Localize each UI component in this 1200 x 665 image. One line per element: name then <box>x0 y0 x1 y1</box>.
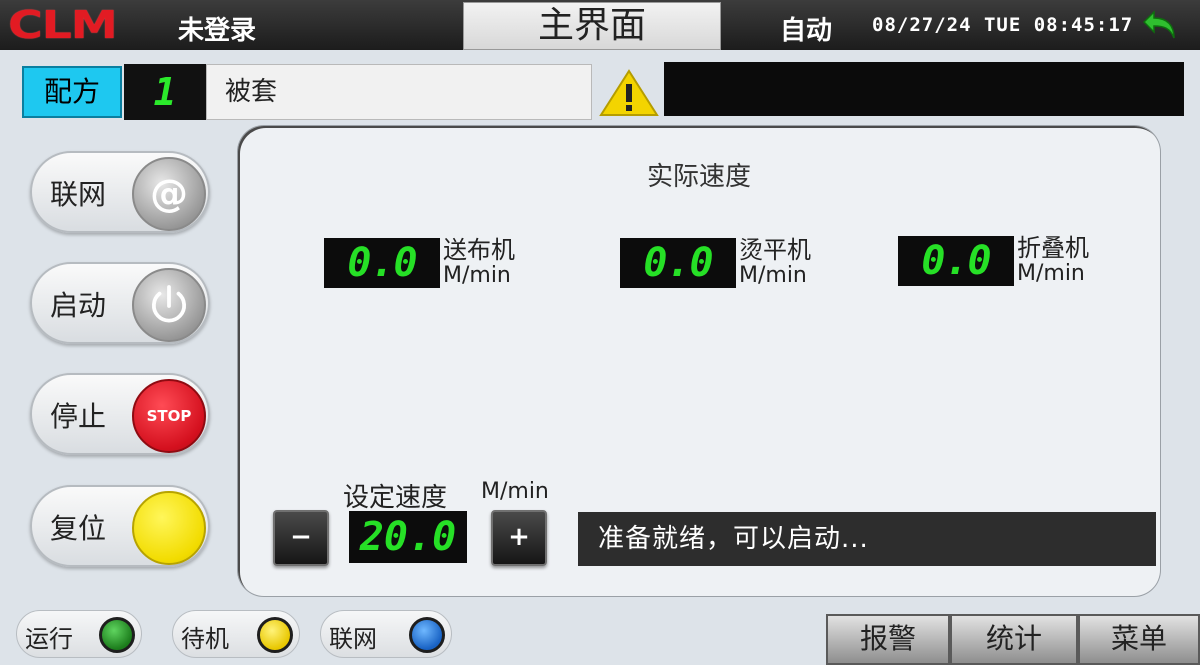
folder-unit: M/min <box>1017 261 1085 286</box>
back-arrow-icon <box>1142 10 1175 39</box>
recipe-number[interactable]: 1 <box>124 64 206 120</box>
svg-text:@: @ <box>150 171 188 215</box>
warning-icon[interactable] <box>598 68 660 118</box>
set-speed-label: 设定速度 <box>343 483 448 513</box>
folder-label: 折叠机 <box>1017 234 1089 262</box>
network-indicator: 联网 <box>320 610 452 658</box>
feeder-unit: M/min <box>443 263 511 288</box>
folder-speed-display: 0.0 <box>898 236 1014 286</box>
feeder-speed-display: 0.0 <box>324 238 440 288</box>
panel-title: 实际速度 <box>646 162 751 192</box>
top-bar: CLM 未登录 主界面 自动 08/27/24 TUE 08:45:17 <box>0 0 1200 50</box>
increase-speed-button[interactable]: + <box>491 510 547 566</box>
reset-button[interactable]: 复位 <box>30 485 210 567</box>
tab-alarm[interactable]: 报警 <box>826 614 950 665</box>
network-button-label: 联网 <box>50 178 107 211</box>
running-label: 运行 <box>25 625 73 653</box>
tab-menu[interactable]: 菜单 <box>1078 614 1200 665</box>
page-title: 主界面 <box>463 2 721 50</box>
network-label: 联网 <box>329 625 377 653</box>
back-button[interactable] <box>1140 6 1180 44</box>
standby-lamp-icon <box>257 617 293 653</box>
network-lamp-icon <box>409 617 445 653</box>
mode-indicator: 自动 <box>780 16 833 46</box>
brand-logo: CLM <box>8 3 118 47</box>
network-button[interactable]: 联网 @ <box>30 151 210 233</box>
ironer-speed-display: 0.0 <box>620 238 736 288</box>
alarm-message-bar[interactable] <box>664 62 1184 116</box>
running-lamp-icon <box>99 617 135 653</box>
power-icon <box>132 268 206 342</box>
speed-panel: 实际速度 0.0 送布机 M/min 0.0 烫平机 M/min 0.0 折叠机… <box>238 126 1160 596</box>
stop-button-label: 停止 <box>50 400 107 433</box>
ironer-label: 烫平机 <box>739 236 811 264</box>
standby-label: 待机 <box>181 625 229 653</box>
running-indicator: 运行 <box>16 610 142 658</box>
recipe-name: 被套 <box>206 64 592 120</box>
datetime-display: 08/27/24 TUE 08:45:17 <box>872 14 1134 36</box>
stop-button[interactable]: 停止 STOP <box>30 373 210 455</box>
reset-icon <box>132 491 206 565</box>
ironer-unit: M/min <box>739 263 807 288</box>
login-status[interactable]: 未登录 <box>178 10 256 47</box>
recipe-button[interactable]: 配方 <box>22 66 122 118</box>
status-message: 准备就绪，可以启动... <box>578 512 1156 566</box>
at-sign-icon: @ <box>132 157 206 231</box>
standby-indicator: 待机 <box>172 610 300 658</box>
set-speed-unit: M/min <box>481 479 549 504</box>
tab-statistics[interactable]: 统计 <box>950 614 1078 665</box>
decrease-speed-button[interactable]: − <box>273 510 329 566</box>
stop-icon: STOP <box>132 379 206 453</box>
feeder-label: 送布机 <box>443 236 515 264</box>
start-button-label: 启动 <box>50 289 107 322</box>
start-button[interactable]: 启动 <box>30 262 210 344</box>
set-speed-input[interactable]: 20.0 <box>349 511 467 563</box>
reset-button-label: 复位 <box>50 512 107 545</box>
